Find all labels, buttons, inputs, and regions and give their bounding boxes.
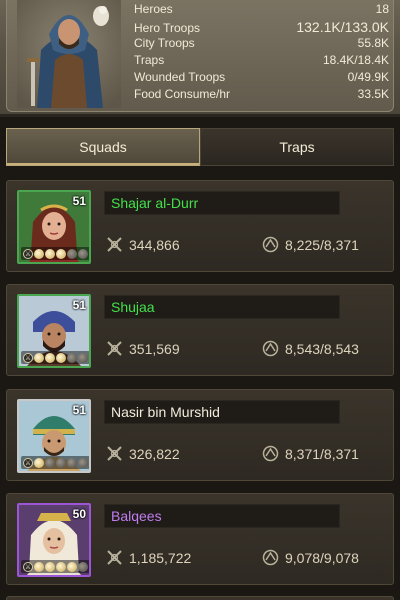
power-stat: 326,822: [106, 445, 180, 462]
hero-level: 51: [72, 298, 86, 312]
hero-name: Shujaa: [104, 295, 340, 319]
crossed-swords-icon: [107, 550, 122, 565]
stat-list: Heroes 18 Hero Troops 132.1K/133.0K City…: [134, 2, 389, 104]
power-stat: 344,866: [106, 236, 180, 253]
hero-level: 51: [72, 194, 86, 208]
stat-row-city-troops: City Troops 55.8K: [134, 36, 389, 53]
star-icon: [45, 352, 55, 363]
hero-portrait: [17, 0, 121, 108]
troops-stat: 8,543/8,543: [262, 340, 359, 357]
hero-avatar[interactable]: 51 ⚔: [17, 399, 91, 473]
star-icon: [67, 561, 77, 572]
star-icon: [34, 352, 44, 363]
stat-row-food-consume: Food Consume/hr 33.5K: [134, 87, 389, 104]
hero-stars: ⚔: [21, 456, 89, 469]
hero-name: Balqees: [104, 504, 340, 528]
stat-row-hero-troops: Hero Troops 132.1K/133.0K: [134, 19, 389, 36]
troop-type-icon: ⚔: [23, 352, 33, 363]
power-value: 344,866: [129, 236, 180, 253]
star-icon: [56, 561, 66, 572]
star-icon: [56, 248, 66, 259]
troops-value: 8,371/8,371: [285, 445, 359, 462]
hero-level: 51: [72, 403, 86, 417]
power-stat: 351,569: [106, 340, 180, 357]
crossed-swords-icon: [107, 341, 122, 356]
stat-value: 18.4K/18.4K: [322, 53, 389, 67]
stat-row-wounded-troops: Wounded Troops 0/49.9K: [134, 70, 389, 87]
hero-stars: ⚔: [21, 351, 89, 364]
stat-label: Food Consume/hr: [134, 87, 231, 101]
hero-avatar[interactable]: 50 ⚔: [17, 503, 91, 577]
star-icon: [67, 352, 77, 363]
troops-value: 8,543/8,543: [285, 340, 359, 357]
squad-card[interactable]: 51 ⚔ Shajar al-Durr 344,866 8,225/8,371: [6, 180, 394, 272]
troop-type-icon: ⚔: [23, 561, 33, 572]
star-icon: [45, 457, 55, 468]
crossed-swords-icon: [107, 446, 122, 461]
hero-stars: ⚔: [21, 560, 89, 573]
stat-value: 0/49.9K: [347, 70, 389, 84]
stat-row-heroes: Heroes 18: [134, 2, 389, 19]
troops-stat: 8,225/8,371: [262, 236, 359, 253]
troops-value: 9,078/9,078: [285, 549, 359, 566]
hero-avatar[interactable]: 51 ⚔: [17, 294, 91, 368]
hero-name: Shajar al-Durr: [104, 191, 340, 215]
power-stat: 1,185,722: [106, 549, 191, 566]
helmet-icon: [262, 340, 279, 357]
star-icon: [67, 457, 77, 468]
star-icon: [34, 248, 44, 259]
star-icon: [78, 352, 88, 363]
power-value: 1,185,722: [129, 549, 192, 566]
stat-label: Hero Troops: [134, 21, 201, 35]
squad-card[interactable]: 51 ⚔ Shujaa 351,569 8,543/8,543: [6, 284, 394, 376]
star-icon: [56, 457, 66, 468]
stat-value: 55.8K: [357, 36, 389, 50]
star-icon: [78, 248, 88, 259]
hero-level: 50: [72, 507, 86, 521]
stat-value: 132.1K/133.0K: [296, 19, 389, 35]
squad-card-partial[interactable]: [6, 596, 394, 600]
star-icon: [78, 457, 88, 468]
squad-card[interactable]: 51 ⚔ Nasir bin Murshid 326,822 8,371/8,3…: [6, 389, 394, 481]
stat-value: 33.5K: [357, 87, 389, 101]
stats-frame: Heroes 18 Hero Troops 132.1K/133.0K City…: [6, 0, 394, 112]
star-icon: [56, 352, 66, 363]
troops-stat: 9,078/9,078: [262, 549, 359, 566]
helmet-icon: [262, 445, 279, 462]
stat-label: City Troops: [134, 36, 195, 50]
stat-label: Heroes: [134, 2, 173, 16]
stat-label: Traps: [134, 53, 165, 67]
star-icon: [67, 248, 77, 259]
helmet-icon: [262, 236, 279, 253]
star-icon: [45, 561, 55, 572]
star-icon: [45, 248, 55, 259]
power-value: 326,822: [129, 445, 180, 462]
hero-avatar[interactable]: 51 ⚔: [17, 190, 91, 264]
squad-card[interactable]: 50 ⚔ Balqees 1,185,722 9,078/9,078: [6, 493, 394, 585]
troops-stat: 8,371/8,371: [262, 445, 359, 462]
stat-value: 18: [375, 2, 389, 16]
power-value: 351,569: [129, 340, 180, 357]
troops-value: 8,225/8,371: [285, 236, 359, 253]
tab-traps[interactable]: Traps: [200, 128, 394, 166]
tab-squads[interactable]: Squads: [6, 128, 200, 166]
helmet-icon: [262, 549, 279, 566]
star-icon: [34, 561, 44, 572]
hero-stats-panel: Heroes 18 Hero Troops 132.1K/133.0K City…: [0, 0, 400, 117]
hero-name: Nasir bin Murshid: [104, 400, 340, 424]
hero-stars: ⚔: [21, 247, 89, 260]
star-icon: [34, 457, 44, 468]
tab-bar: Squads Traps: [6, 128, 394, 166]
troop-type-icon: ⚔: [23, 248, 33, 259]
stat-row-traps: Traps 18.4K/18.4K: [134, 53, 389, 70]
crossed-swords-icon: [107, 237, 122, 252]
stat-label: Wounded Troops: [134, 70, 226, 84]
troop-type-icon: ⚔: [23, 457, 33, 468]
star-icon: [78, 561, 88, 572]
